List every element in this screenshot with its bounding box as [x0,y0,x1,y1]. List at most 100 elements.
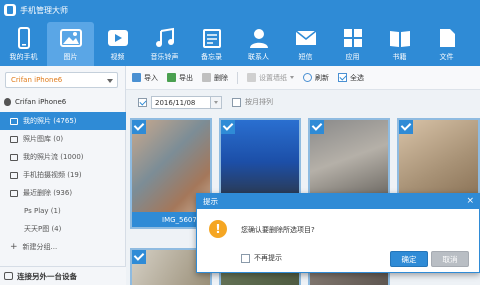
plus-icon: + [10,242,18,252]
nav-item-music[interactable]: 音乐铃声 [141,22,188,66]
sidebar: Crifan iPhone6 Crifan iPhone6 我的照片 (4765… [0,66,126,285]
main-nav: 我的手机 图片 视频 音乐铃声 备忘录 联系人 短信 应用 书籍 文件 [0,22,470,66]
sidebar-item-label: 最近删除 (936) [23,189,73,197]
nav-label: 视频 [110,53,125,61]
toolbar-divider [237,71,238,84]
app-header: 手机管理大师 我的手机 图片 视频 音乐铃声 备忘录 联系人 短信 应用 书籍 … [0,0,480,66]
set-wallpaper-label: 设置墙纸 [259,73,287,82]
export-label: 导出 [179,73,193,82]
sidebar-item-videos[interactable]: 手机拍摄视频 (19) [0,166,126,184]
photo-thumbnail[interactable] [308,118,390,198]
confirm-delete-dialog: 提示 × ! 您确认要删除所选项目? 不再提示 确定 取消 [196,193,480,273]
nav-label: 音乐铃声 [150,53,179,61]
chevron-down-icon [214,100,218,104]
sidebar-item-tiantian-pitu[interactable]: 天天P图 (4) [0,220,126,238]
nav-label: 应用 [345,53,360,61]
sidebar-item-label: 我的照片 (4765) [23,117,77,125]
trash-icon [202,73,211,82]
import-label: 导入 [144,73,158,82]
nav-item-files[interactable]: 文件 [423,22,470,66]
nav-label: 文件 [439,53,454,61]
video-icon [107,30,128,46]
link-device-icon [4,272,13,280]
nav-label: 我的手机 [9,53,38,61]
export-icon [167,73,176,82]
book-icon [389,31,410,47]
connect-another-device[interactable]: 连接另外一台设备 [0,266,126,285]
refresh-icon [303,73,312,82]
photo-check-icon [310,120,324,134]
sidebar-item-label: Ps Play (1) [24,207,61,215]
device-name[interactable]: Crifan iPhone6 [4,98,66,106]
nav-item-sms[interactable]: 短信 [282,22,329,66]
music-icon [155,27,174,47]
import-icon [132,73,141,82]
nav-item-contacts[interactable]: 联系人 [235,22,282,66]
album-list: 我的照片 (4765) 照片图库 (0) 我的照片流 (1000) 手机拍摄视频… [0,112,126,256]
delete-button[interactable]: 删除 [202,73,228,83]
memo-icon [202,29,221,48]
dont-ask-again-option[interactable]: 不再提示 [241,253,282,263]
sort-by-month-label: 按月排列 [245,98,273,106]
select-all-checkbox[interactable]: 全选 [338,73,364,83]
wallpaper-icon [247,73,256,82]
refresh-label: 刷新 [315,73,329,82]
photo-check-icon [132,250,146,264]
nav-label: 图片 [63,53,78,61]
photo-check-icon [132,120,146,134]
sidebar-item-my-photos[interactable]: 我的照片 (4765) [0,112,126,130]
dialog-title-bar: 提示 × [197,194,479,209]
device-name-label: Crifan iPhone6 [15,98,67,106]
date-group-row: 2016/11/08 按月排列 [126,91,480,113]
picture-icon [59,29,82,47]
sidebar-item-label: 我的照片流 (1000) [23,153,84,161]
device-select-value: Crifan iPhone6 [11,76,63,84]
set-wallpaper-button[interactable]: 设置墙纸 [247,73,294,83]
ok-button[interactable]: 确定 [390,251,428,267]
sidebar-item-photo-stream[interactable]: 我的照片流 (1000) [0,148,126,166]
title-bar: 手机管理大师 [4,3,68,17]
nav-item-my-phone[interactable]: 我的手机 [0,22,47,66]
refresh-button[interactable]: 刷新 [303,73,329,83]
video-icon [10,171,18,179]
dont-ask-again-checkbox[interactable] [241,253,250,263]
sms-icon [295,30,316,45]
select-all-label: 全选 [350,73,364,82]
date-field[interactable]: 2016/11/08 [151,95,211,109]
nav-item-memo[interactable]: 备忘录 [188,22,235,66]
chevron-down-icon [107,79,113,83]
photo-check-icon [399,120,413,134]
trash-icon [10,189,18,197]
nav-item-apps[interactable]: 应用 [329,22,376,66]
sidebar-item-recently-deleted[interactable]: 最近删除 (936) [0,184,126,202]
delete-label: 删除 [214,73,228,82]
nav-item-books[interactable]: 书籍 [376,22,423,66]
dialog-message: 您确认要删除所选项目? [241,226,315,234]
app-logo-icon [4,4,16,16]
warning-icon: ! [209,220,227,238]
cancel-button[interactable]: 取消 [431,251,469,267]
nav-item-video[interactable]: 视频 [94,22,141,66]
sidebar-item-ps-play[interactable]: Ps Play (1) [0,202,126,220]
sidebar-item-label: 天天P图 (4) [24,225,62,233]
export-button[interactable]: 导出 [167,73,193,83]
sidebar-item-photo-library[interactable]: 照片图库 (0) [0,130,126,148]
close-icon[interactable]: × [466,196,474,206]
sidebar-item-new-group[interactable]: + 新建分组... [0,238,126,256]
date-group-checkbox[interactable] [138,97,147,107]
sidebar-item-label: 照片图库 (0) [23,135,64,143]
import-button[interactable]: 导入 [132,73,158,83]
device-select[interactable]: Crifan iPhone6 [5,72,118,88]
nav-label: 短信 [298,53,313,61]
sidebar-item-label: 手机拍摄视频 (19) [23,171,82,179]
date-dropdown[interactable] [211,95,222,109]
sort-by-month-checkbox[interactable] [232,97,241,107]
photo-thumbnail[interactable] [397,118,480,198]
file-icon [439,29,455,47]
cloud-icon [10,153,18,161]
checkbox-checked-icon [338,73,347,82]
photo-thumbnail[interactable] [219,118,301,198]
nav-item-pictures[interactable]: 图片 [47,22,94,66]
contacts-icon [249,29,268,48]
app-title: 手机管理大师 [20,5,68,15]
